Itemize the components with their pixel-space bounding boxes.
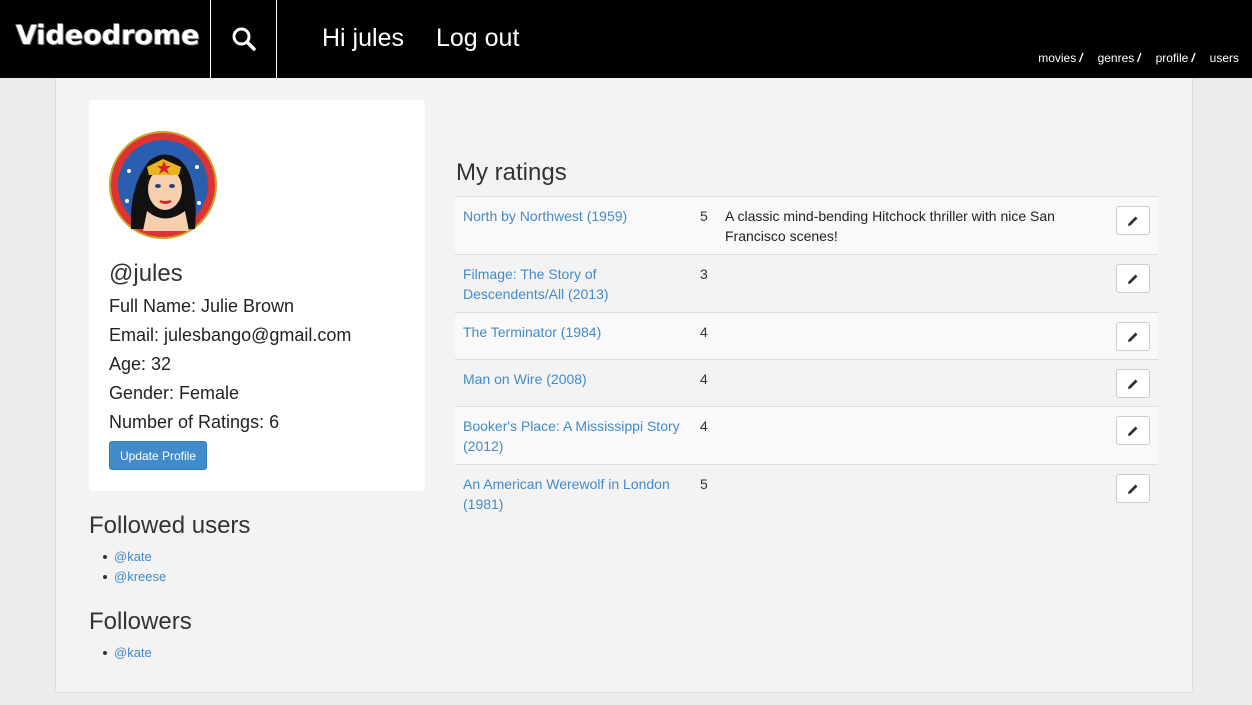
logout-link[interactable]: Log out bbox=[436, 24, 519, 53]
rating-comment bbox=[717, 312, 1093, 360]
rating-comment bbox=[717, 254, 1093, 313]
nav-link-users[interactable]: users bbox=[1210, 51, 1239, 65]
rating-score: 4 bbox=[692, 312, 717, 360]
nav-link-genres[interactable]: genres bbox=[1098, 51, 1135, 65]
list-item: @kate bbox=[102, 547, 166, 567]
rating-score: 4 bbox=[692, 406, 717, 465]
edit-rating-button[interactable] bbox=[1116, 264, 1150, 293]
movie-link[interactable]: Filmage: The Story of Descendents/All (2… bbox=[463, 266, 609, 302]
table-row: The Terminator (1984) 4 bbox=[455, 312, 1158, 360]
breadcrumb-separator: / bbox=[1079, 51, 1083, 65]
rating-score: 3 bbox=[692, 254, 717, 313]
rating-comment bbox=[717, 359, 1093, 407]
table-row: An American Werewolf in London (1981) 5 bbox=[455, 464, 1158, 522]
greeting-link[interactable]: Hi jules bbox=[322, 24, 404, 53]
brand-logo[interactable]: Videodrome bbox=[16, 20, 200, 51]
ratings-title: My ratings bbox=[456, 159, 567, 186]
user-link[interactable]: @kate bbox=[114, 645, 152, 660]
rating-comment: A classic mind-bending Hitchock thriller… bbox=[717, 196, 1093, 255]
profile-age: Age: 32 bbox=[109, 354, 172, 374]
followers-list: @kate bbox=[103, 643, 152, 663]
update-profile-button[interactable]: Update Profile bbox=[109, 441, 207, 470]
table-row: Man on Wire (2008) 4 bbox=[455, 359, 1158, 407]
followers-title: Followers bbox=[89, 608, 192, 635]
breadcrumb-separator: / bbox=[1137, 51, 1141, 65]
user-link[interactable]: @kate bbox=[114, 549, 152, 564]
edit-rating-button[interactable] bbox=[1116, 416, 1150, 445]
ratings-table: North by Northwest (1959) 5 A classic mi… bbox=[455, 196, 1158, 522]
pencil-icon bbox=[1128, 216, 1138, 226]
rating-score: 4 bbox=[692, 359, 717, 407]
followed-users-list: @kate @kreese bbox=[102, 547, 166, 587]
search-icon bbox=[232, 27, 256, 51]
movie-link[interactable]: Booker's Place: A Mississippi Story (201… bbox=[463, 418, 680, 454]
pencil-icon bbox=[1128, 484, 1138, 494]
profile-ratings-count: Number of Ratings: 6 bbox=[109, 412, 280, 432]
table-row: North by Northwest (1959) 5 A classic mi… bbox=[455, 196, 1158, 255]
rating-score: 5 bbox=[692, 196, 717, 255]
nav-link-movies[interactable]: movies bbox=[1038, 51, 1076, 65]
avatar bbox=[109, 131, 217, 239]
edit-rating-button[interactable] bbox=[1116, 369, 1150, 398]
followed-users-title: Followed users bbox=[89, 512, 251, 539]
movie-link[interactable]: Man on Wire (2008) bbox=[463, 371, 587, 387]
nav-link-profile[interactable]: profile bbox=[1156, 51, 1189, 65]
list-item: @kreese bbox=[102, 567, 166, 587]
rating-score: 5 bbox=[692, 464, 717, 522]
profile-handle: @jules bbox=[109, 260, 183, 287]
user-link[interactable]: @kreese bbox=[114, 569, 166, 584]
rating-comment bbox=[717, 464, 1093, 522]
profile-gender: Gender: Female bbox=[109, 383, 240, 403]
rating-comment bbox=[717, 406, 1093, 465]
navbar: Videodrome Hi jules Log out movies / genr… bbox=[0, 0, 1252, 78]
pencil-icon bbox=[1128, 379, 1138, 389]
breadcrumb: movies / genres / profile / users bbox=[1038, 51, 1239, 65]
profile-card: @jules Full Name: Julie Brown Email: jul… bbox=[89, 100, 425, 491]
nav-divider bbox=[276, 0, 277, 78]
search-button[interactable] bbox=[211, 0, 276, 78]
edit-rating-button[interactable] bbox=[1116, 206, 1150, 235]
table-row: Filmage: The Story of Descendents/All (2… bbox=[455, 254, 1158, 313]
movie-link[interactable]: The Terminator (1984) bbox=[463, 324, 601, 340]
pencil-icon bbox=[1128, 426, 1138, 436]
profile-email: Email: julesbango@gmail.com bbox=[109, 325, 352, 345]
breadcrumb-separator: / bbox=[1191, 51, 1195, 65]
edit-rating-button[interactable] bbox=[1116, 474, 1150, 503]
pencil-icon bbox=[1128, 332, 1138, 342]
pencil-icon bbox=[1128, 274, 1138, 284]
list-item: @kate bbox=[103, 643, 152, 663]
profile-full-name: Full Name: Julie Brown bbox=[109, 296, 295, 316]
movie-link[interactable]: North by Northwest (1959) bbox=[463, 208, 627, 224]
edit-rating-button[interactable] bbox=[1116, 322, 1150, 351]
movie-link[interactable]: An American Werewolf in London (1981) bbox=[463, 476, 670, 512]
table-row: Booker's Place: A Mississippi Story (201… bbox=[455, 406, 1158, 465]
